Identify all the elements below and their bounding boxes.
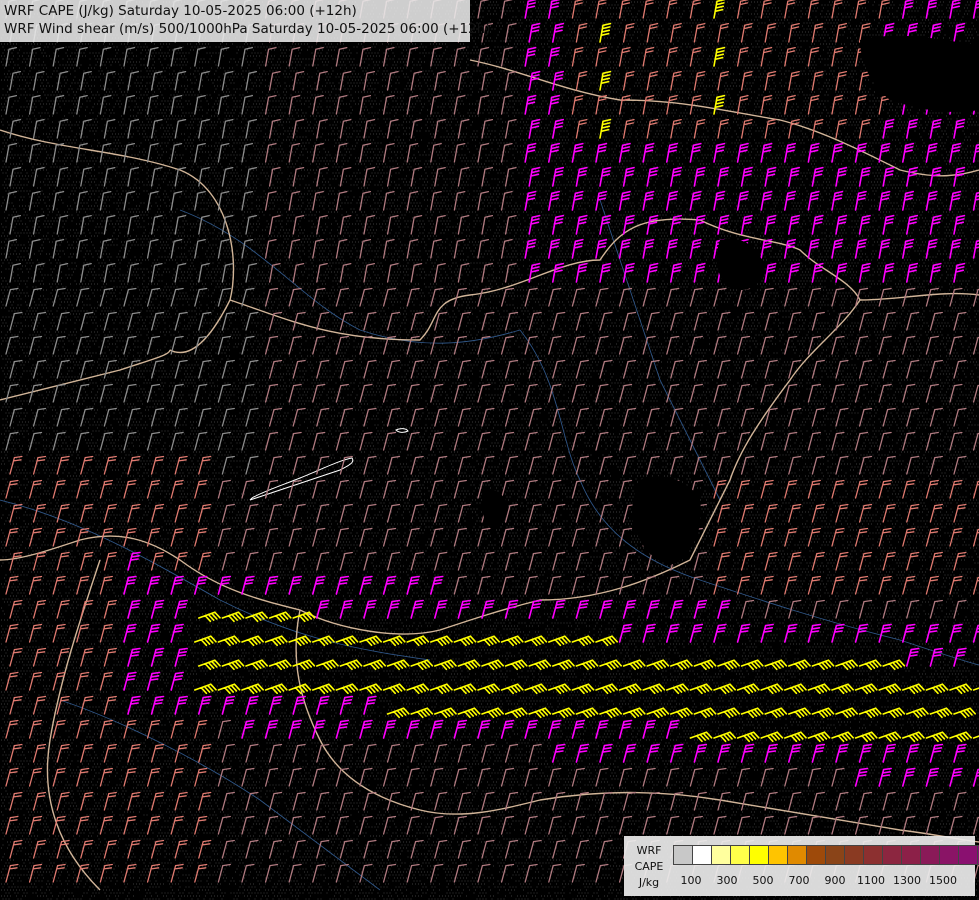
legend-unit-label: J/kg [638, 876, 660, 889]
legend-swatch [787, 845, 807, 865]
legend-tick-label: 1100 [857, 874, 885, 887]
legend-tick-label: 1500 [929, 874, 957, 887]
wind-shear-title: WRF Wind shear (m/s) 500/1000hPa Saturda… [4, 21, 491, 37]
cape-legend: WRF CAPE J/kg 100 300 500 700 900 1100 1300 150… [624, 836, 979, 896]
legend-swatch [692, 845, 712, 865]
legend-swatch [825, 845, 845, 865]
map-canvas [0, 0, 979, 900]
legend-tick-label: 1300 [893, 874, 921, 887]
legend-swatch [711, 845, 731, 865]
legend-tick-label: 100 [680, 874, 702, 887]
legend-swatch [844, 845, 864, 865]
legend-tick-label: 700 [788, 874, 810, 887]
legend-swatch [958, 845, 978, 865]
legend-tick-label: 500 [752, 874, 774, 887]
map-title-box: WRF CAPE (J/kg) Saturday 10-05-2025 06:0… [0, 0, 491, 42]
legend-variable-label: CAPE [634, 860, 664, 873]
legend-swatch [939, 845, 959, 865]
legend-model-label: WRF [636, 844, 662, 857]
legend-swatch [863, 845, 883, 865]
legend-tick-label: 900 [824, 874, 846, 887]
cape-title: WRF CAPE (J/kg) Saturday 10-05-2025 06:0… [4, 3, 357, 19]
legend-swatch [806, 845, 826, 865]
legend-swatch [673, 845, 693, 865]
legend-swatch [768, 845, 788, 865]
legend-swatch [730, 845, 750, 865]
legend-tick-label: 300 [716, 874, 738, 887]
legend-swatch [749, 845, 769, 865]
legend-color-scale [673, 845, 979, 865]
legend-swatch [901, 845, 921, 865]
legend-swatch [920, 845, 940, 865]
legend-swatch [882, 845, 902, 865]
